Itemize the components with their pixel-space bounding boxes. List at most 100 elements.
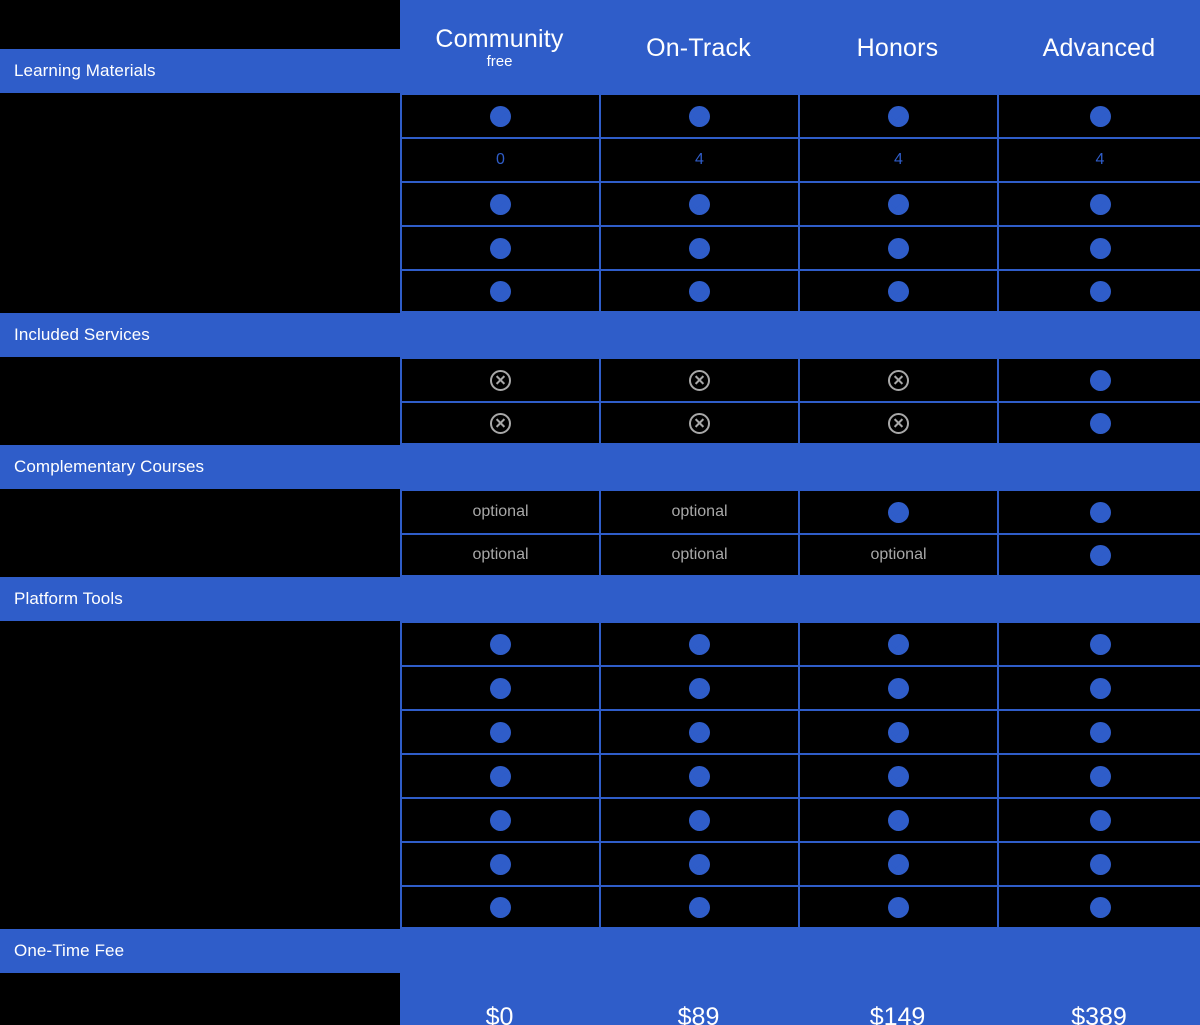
numeric-value: 4 xyxy=(1095,151,1105,168)
feature-value-cell xyxy=(798,621,997,665)
feature-value-cell xyxy=(400,357,599,401)
feature-value-cell xyxy=(400,753,599,797)
check-circle-icon xyxy=(888,633,909,655)
feature-label xyxy=(0,357,400,401)
feature-value-cell xyxy=(798,753,997,797)
text-value: optional xyxy=(472,546,529,563)
feature-value-cell: 0 xyxy=(400,137,599,181)
feature-value-cell xyxy=(599,885,798,929)
check-circle-icon xyxy=(1089,633,1111,655)
check-circle-icon xyxy=(490,677,511,699)
table-row xyxy=(0,621,1200,665)
feature-value-cell xyxy=(400,709,599,753)
feature-label xyxy=(0,137,400,181)
check-circle-icon xyxy=(689,721,710,743)
table-row xyxy=(0,269,1200,313)
feature-value-cell: 4 xyxy=(997,137,1200,181)
feature-value-cell xyxy=(400,841,599,885)
cross-circle-icon xyxy=(490,412,511,434)
check-circle-icon xyxy=(1089,853,1111,875)
cross-circle-icon xyxy=(888,412,909,434)
feature-value-cell: optional xyxy=(599,533,798,577)
feature-value-cell xyxy=(997,489,1200,533)
price-label-blank xyxy=(0,973,400,1025)
check-circle-icon xyxy=(888,896,909,918)
check-circle-icon xyxy=(888,677,909,699)
plan-name: Honors xyxy=(856,33,939,62)
feature-label xyxy=(0,621,400,665)
check-circle-icon xyxy=(1089,280,1111,302)
feature-label xyxy=(0,93,400,137)
feature-value-cell xyxy=(400,621,599,665)
feature-value-cell: optional xyxy=(798,533,997,577)
feature-value-cell xyxy=(400,665,599,709)
check-circle-icon xyxy=(689,765,710,787)
section-header-platform-tools: Platform Tools xyxy=(0,577,1200,621)
table-row xyxy=(0,93,1200,137)
check-circle-icon xyxy=(888,721,909,743)
feature-value-cell xyxy=(997,753,1200,797)
plan-header-on-track[interactable]: On-Track xyxy=(599,0,798,96)
check-circle-icon xyxy=(490,237,511,259)
table-row xyxy=(0,357,1200,401)
plan-header-advanced[interactable]: Advanced xyxy=(997,0,1200,96)
feature-value-cell xyxy=(798,181,997,225)
feature-label xyxy=(0,401,400,445)
check-circle-icon xyxy=(490,721,511,743)
feature-value-cell xyxy=(599,621,798,665)
table-row xyxy=(0,665,1200,709)
feature-label xyxy=(0,753,400,797)
feature-value-cell xyxy=(599,181,798,225)
check-circle-icon xyxy=(888,105,909,127)
text-value: optional xyxy=(870,546,927,563)
price-row: $0 $89 $149 $389 xyxy=(0,973,1200,1025)
table-row xyxy=(0,885,1200,929)
plan-name: Community xyxy=(435,24,564,53)
cross-circle-icon xyxy=(490,369,511,391)
feature-label xyxy=(0,841,400,885)
section-header-learning-materials: Learning Materials xyxy=(0,49,400,93)
table-row xyxy=(0,753,1200,797)
text-value: optional xyxy=(671,503,728,520)
table-row xyxy=(0,225,1200,269)
check-circle-icon xyxy=(689,237,710,259)
feature-value-cell xyxy=(798,841,997,885)
section-header-included-services: Included Services xyxy=(0,313,1200,357)
feature-value-cell: 4 xyxy=(599,137,798,181)
feature-value-cell xyxy=(997,401,1200,445)
check-circle-icon xyxy=(1089,896,1111,918)
numeric-value: 4 xyxy=(894,151,903,168)
table-row xyxy=(0,841,1200,885)
feature-value-cell: optional xyxy=(400,533,599,577)
feature-value-cell xyxy=(599,797,798,841)
feature-value-cell xyxy=(997,357,1200,401)
feature-value-cell xyxy=(400,181,599,225)
check-circle-icon xyxy=(888,853,909,875)
text-value: optional xyxy=(472,503,529,520)
feature-label xyxy=(0,885,400,929)
plan-name: On-Track xyxy=(646,33,751,62)
feature-label xyxy=(0,709,400,753)
section-header-complementary-courses: Complementary Courses xyxy=(0,445,1200,489)
feature-value-cell xyxy=(599,841,798,885)
feature-value-cell xyxy=(798,93,997,137)
cross-circle-icon xyxy=(689,369,710,391)
section-header-one-time-fee: One-Time Fee xyxy=(0,929,1200,973)
check-circle-icon xyxy=(1089,412,1111,434)
feature-value-cell xyxy=(997,269,1200,313)
plan-name: Advanced xyxy=(1042,33,1156,62)
plan-header-honors[interactable]: Honors xyxy=(798,0,997,96)
numeric-value: 4 xyxy=(695,151,704,168)
feature-value-cell xyxy=(798,665,997,709)
check-circle-icon xyxy=(888,809,909,831)
feature-value-cell: 4 xyxy=(798,137,997,181)
feature-value-cell xyxy=(997,93,1200,137)
plan-header-community[interactable]: Community free xyxy=(400,0,599,96)
feature-value-cell xyxy=(599,665,798,709)
feature-value-cell xyxy=(997,621,1200,665)
check-circle-icon xyxy=(689,633,710,655)
plan-subtitle: free xyxy=(486,53,513,71)
text-value: optional xyxy=(671,546,728,563)
check-circle-icon xyxy=(888,280,909,302)
check-circle-icon xyxy=(1089,193,1111,215)
